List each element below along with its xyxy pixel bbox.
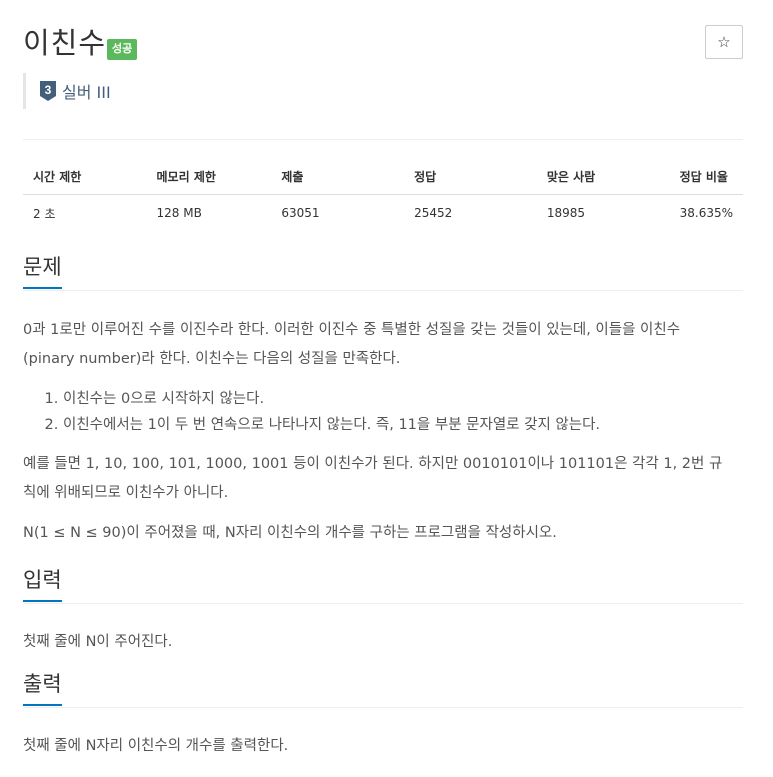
tier-label: 실버 III: [62, 83, 111, 102]
conditions-list: 이친수는 0으로 시작하지 않는다. 이친수에서는 1이 두 번 연속으로 나타…: [23, 386, 743, 438]
description-line: 0과 1로만 이루어진 수를 이진수라 한다. 이러한 이진수 중 특별한 성질…: [23, 322, 681, 338]
description-heading: 문제: [23, 253, 62, 289]
problem-header: 이친수 성공 ☆: [23, 0, 743, 66]
table-cell-accepted: 25452: [414, 206, 453, 220]
table-header-cell: 맞은 사람: [536, 158, 670, 195]
section-heading: 출력: [23, 670, 743, 708]
description-line: 칙에 위배되므로 이친수가 아니다.: [23, 485, 229, 501]
table-header-cell: 제출: [271, 158, 405, 195]
table-cell-time-limit: 2 초: [33, 206, 56, 221]
description-line: N(1 ≤ N ≤ 90)이 주어졌을 때, N자리 이친수의 개수를 구하는 …: [23, 525, 557, 541]
list-item: 이친수는 0으로 시작하지 않는다.: [63, 386, 743, 412]
output-heading: 출력: [23, 670, 62, 706]
table-cell-submissions: 63051: [281, 206, 320, 220]
tier-number: 3: [45, 83, 52, 97]
section-heading: 입력: [23, 566, 743, 604]
list-item: 이친수에서는 1이 두 번 연속으로 나타나지 않는다. 즉, 11을 부분 문…: [63, 412, 743, 438]
output-text: 첫째 줄에 N자리 이친수의 개수를 출력한다.: [23, 738, 289, 754]
problem-page: 이친수 성공 ☆ 3 실버 III 시간 제한 메모리 제한 제출 정답 맞은 …: [23, 0, 743, 754]
tier-row: 3 실버 III: [23, 73, 111, 109]
table-header-cell: 정답 비율: [669, 158, 743, 195]
input-section: 입력 첫째 줄에 N이 주어진다.: [23, 566, 743, 657]
table-header-cell: 시간 제한: [23, 158, 147, 195]
table-cell-ratio: 38.635%: [679, 206, 733, 220]
description-line: (pinary number)라 한다. 이친수는 다음의 성질을 만족한다.: [23, 351, 401, 367]
section-heading: 문제: [23, 253, 743, 291]
tier-badge-icon: 3: [40, 81, 56, 101]
input-heading: 입력: [23, 566, 62, 602]
problem-title: 이친수: [23, 26, 107, 60]
table-header-row: 시간 제한 메모리 제한 제출 정답 맞은 사람 정답 비율: [23, 158, 743, 195]
star-button[interactable]: ☆: [705, 25, 743, 59]
description-line: 예를 들면 1, 10, 100, 101, 1000, 1001 등이 이친수…: [23, 456, 723, 472]
table-header-cell: 메모리 제한: [146, 158, 272, 195]
description-body: 0과 1로만 이루어진 수를 이진수라 한다. 이러한 이진수 중 특별한 성질…: [23, 316, 743, 548]
output-section: 출력 첫째 줄에 N자리 이친수의 개수를 출력한다.: [23, 670, 743, 761]
problem-info-table: 시간 제한 메모리 제한 제출 정답 맞은 사람 정답 비율 2 초 128 M…: [23, 158, 743, 231]
divider: [23, 139, 743, 140]
status-badge: 성공: [107, 39, 138, 60]
table-cell-memory-limit: 128 MB: [156, 206, 202, 220]
table-row: 2 초 128 MB 63051 25452 18985 38.635%: [23, 195, 743, 232]
description-section: 문제 0과 1로만 이루어진 수를 이진수라 한다. 이러한 이진수 중 특별한…: [23, 253, 743, 548]
table-header-cell: 정답: [404, 158, 537, 195]
input-text: 첫째 줄에 N이 주어진다.: [23, 634, 173, 650]
table-cell-solvers: 18985: [546, 206, 585, 220]
star-icon: ☆: [717, 33, 731, 51]
